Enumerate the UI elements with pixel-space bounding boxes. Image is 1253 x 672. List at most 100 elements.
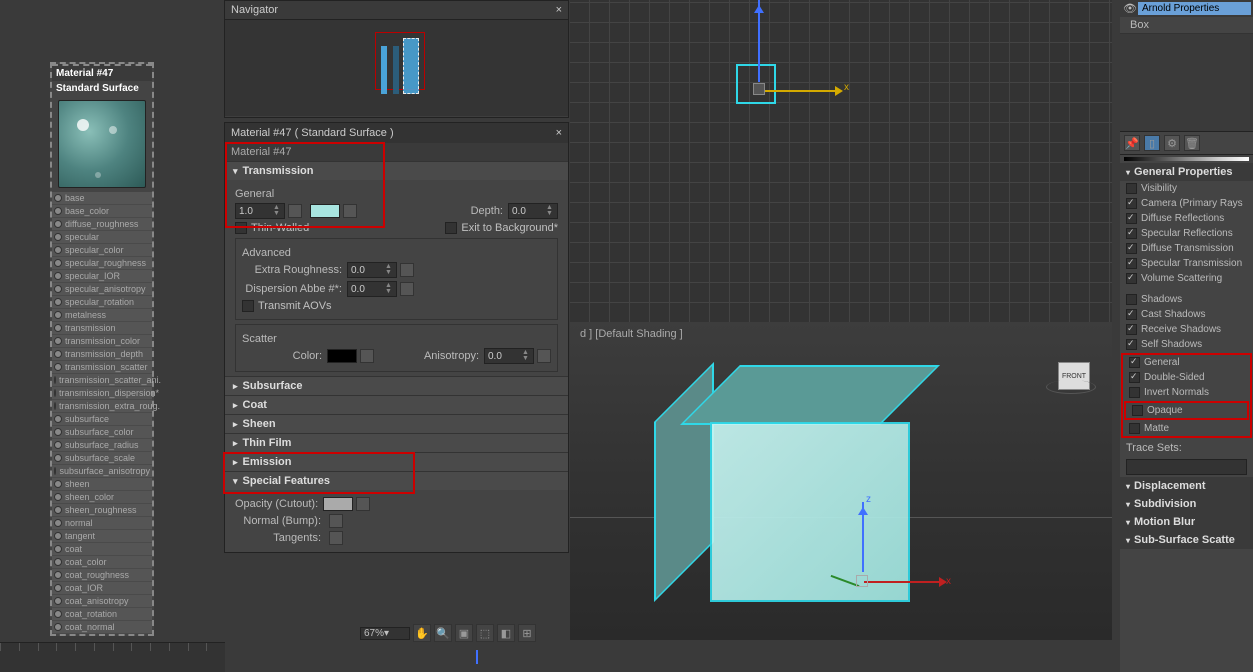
layout-icon[interactable]: ◧	[497, 624, 515, 642]
rollout-special-features[interactable]: Special Features	[225, 472, 568, 490]
check-opaque[interactable]: Opaque	[1124, 401, 1249, 420]
check-specular-reflections[interactable]: Specular Reflections	[1120, 226, 1253, 241]
viewport-cube-object[interactable]: z x	[670, 362, 920, 612]
material-prop-coat_rotation[interactable]: coat_rotation	[52, 608, 152, 621]
check-double-sided[interactable]: Double-Sided	[1123, 370, 1250, 385]
filter-icon[interactable]: ⚙	[1164, 135, 1180, 151]
opacity-cutout-swatch[interactable]	[323, 497, 353, 511]
material-prop-subsurface_color[interactable]: subsurface_color	[52, 426, 152, 439]
rollout-emission[interactable]: Emission	[225, 453, 568, 471]
material-prop-metalness[interactable]: metalness	[52, 309, 152, 322]
extra-roughness-map-slot[interactable]	[400, 263, 414, 277]
check-receive-shadows[interactable]: Receive Shadows	[1120, 322, 1253, 337]
material-prop-sheen[interactable]: sheen	[52, 478, 152, 491]
material-editor-close-icon[interactable]: ×	[556, 127, 562, 139]
material-prop-transmission_scatter_ani.[interactable]: transmission_scatter_ani.	[52, 374, 152, 387]
material-prop-subsurface_scale[interactable]: subsurface_scale	[52, 452, 152, 465]
transmit-aovs-checkbox[interactable]	[242, 300, 254, 312]
material-prop-tangent[interactable]: tangent	[52, 530, 152, 543]
trace-sets-input[interactable]	[1126, 459, 1247, 475]
check-volume-scattering[interactable]: Volume Scattering	[1120, 271, 1253, 286]
check-invert-normals[interactable]: Invert Normals	[1123, 385, 1250, 400]
rollout-sheen[interactable]: Sheen	[225, 415, 568, 433]
material-preview-sphere[interactable]	[58, 100, 146, 188]
timeline[interactable]	[0, 642, 225, 672]
check-specular-transmission[interactable]: Specular Transmission	[1120, 256, 1253, 271]
material-prop-coat_IOR[interactable]: coat_IOR	[52, 582, 152, 595]
material-prop-coat_anisotropy[interactable]: coat_anisotropy	[52, 595, 152, 608]
section-displacement[interactable]: Displacement	[1120, 477, 1253, 495]
section-subdivision[interactable]: Subdivision	[1120, 495, 1253, 513]
object-list-area[interactable]	[1120, 34, 1253, 132]
transmission-weight-spinner[interactable]: 1.0▲▼	[235, 203, 285, 219]
check-shadows[interactable]: Shadows	[1120, 292, 1253, 307]
rollout-transmission[interactable]: Transmission	[225, 162, 568, 180]
material-prop-subsurface_radius[interactable]: subsurface_radius	[52, 439, 152, 452]
material-prop-transmission_extra_roug.[interactable]: transmission_extra_roug.	[52, 400, 152, 413]
grid-icon[interactable]: ⊞	[518, 624, 536, 642]
material-prop-transmission_color[interactable]: transmission_color	[52, 335, 152, 348]
material-node[interactable]: Material #47 Standard Surface basebase_c…	[50, 62, 154, 636]
scatter-color-swatch[interactable]	[327, 349, 357, 363]
scatter-anisotropy-spinner[interactable]: 0.0▲▼	[484, 348, 534, 364]
opacity-cutout-map-slot[interactable]	[356, 497, 370, 511]
material-prop-specular_color[interactable]: specular_color	[52, 244, 152, 257]
check-visibility[interactable]: Visibility	[1120, 181, 1253, 196]
section-motion-blur[interactable]: Motion Blur	[1120, 513, 1253, 531]
transmission-color-map-slot[interactable]	[343, 204, 357, 218]
material-prop-coat_color[interactable]: coat_color	[52, 556, 152, 569]
scatter-anisotropy-map-slot[interactable]	[537, 349, 551, 363]
pin-icon[interactable]: 📌	[1124, 135, 1140, 151]
transmission-weight-map-slot[interactable]	[288, 204, 302, 218]
material-prop-transmission_depth[interactable]: transmission_depth	[52, 348, 152, 361]
normal-bump-map-slot[interactable]	[329, 514, 343, 528]
material-prop-base[interactable]: base	[52, 192, 152, 205]
exit-background-checkbox[interactable]	[445, 222, 457, 234]
arnold-properties-label[interactable]: Arnold Properties	[1138, 2, 1251, 15]
fit-icon[interactable]: ▣	[455, 624, 473, 642]
material-prop-sheen_color[interactable]: sheen_color	[52, 491, 152, 504]
scatter-color-map-slot[interactable]	[360, 349, 374, 363]
material-name-field[interactable]: Material #47	[225, 143, 568, 161]
zoom-level[interactable]: 67% ▾	[360, 627, 410, 640]
rollout-subsurface[interactable]: Subsurface	[225, 377, 568, 395]
extra-roughness-spinner[interactable]: 0.0▲▼	[347, 262, 397, 278]
color-bar[interactable]	[1124, 157, 1249, 161]
check-general-group[interactable]: General	[1123, 355, 1250, 370]
check-diffuse-reflections[interactable]: Diffuse Reflections	[1120, 211, 1253, 226]
check-matte[interactable]: Matte	[1123, 421, 1250, 436]
material-prop-subsurface[interactable]: subsurface	[52, 413, 152, 426]
transmission-color-swatch[interactable]	[310, 204, 340, 218]
material-prop-specular_IOR[interactable]: specular_IOR	[52, 270, 152, 283]
material-prop-diffuse_roughness[interactable]: diffuse_roughness	[52, 218, 152, 231]
viewcube[interactable]: FRONT	[1046, 352, 1096, 402]
material-prop-transmission_dispersion*[interactable]: transmission_dispersion*	[52, 387, 152, 400]
section-sss[interactable]: Sub-Surface Scatte	[1120, 531, 1253, 549]
material-prop-transmission[interactable]: transmission	[52, 322, 152, 335]
zoom-icon[interactable]: 🔍	[434, 624, 452, 642]
rollout-coat[interactable]: Coat	[225, 396, 568, 414]
check-self-shadows[interactable]: Self Shadows	[1120, 337, 1253, 352]
dispersion-spinner[interactable]: 0.0▲▼	[347, 281, 397, 297]
material-prop-transmission_scatter[interactable]: transmission_scatter	[52, 361, 152, 374]
section-general-properties[interactable]: General Properties	[1120, 163, 1253, 181]
rollout-thin-film[interactable]: Thin Film	[225, 434, 568, 452]
trash-icon[interactable]: 🗑	[1184, 135, 1200, 151]
navigator-viewport[interactable]	[225, 20, 568, 116]
material-prop-normal[interactable]: normal	[52, 517, 152, 530]
check-diffuse-transmission[interactable]: Diffuse Transmission	[1120, 241, 1253, 256]
material-prop-coat_roughness[interactable]: coat_roughness	[52, 569, 152, 582]
material-prop-specular_roughness[interactable]: specular_roughness	[52, 257, 152, 270]
thin-walled-checkbox[interactable]	[235, 222, 247, 234]
viewport-perspective[interactable]: d ] [Default Shading ] z x FRONT	[570, 322, 1112, 640]
material-prop-specular_anisotropy[interactable]: specular_anisotropy	[52, 283, 152, 296]
selection-tool-icon[interactable]: ▯	[1144, 135, 1160, 151]
material-prop-coat_normal[interactable]: coat_normal	[52, 621, 152, 634]
material-prop-coat[interactable]: coat	[52, 543, 152, 556]
viewport-top[interactable]: x	[570, 0, 1112, 322]
eye-icon[interactable]: 👁	[1122, 2, 1138, 15]
material-prop-sheen_roughness[interactable]: sheen_roughness	[52, 504, 152, 517]
material-prop-specular[interactable]: specular	[52, 231, 152, 244]
frame-all-icon[interactable]: ⬚	[476, 624, 494, 642]
transmission-depth-spinner[interactable]: 0.0▲▼	[508, 203, 558, 219]
